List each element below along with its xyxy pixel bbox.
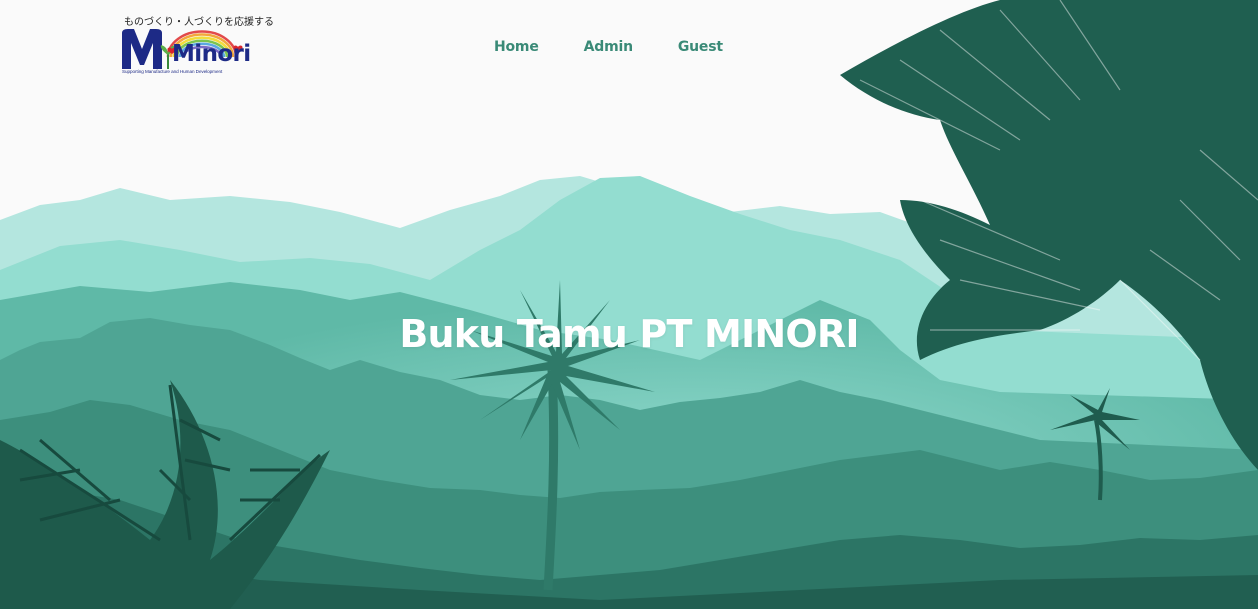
jungle-background-illustration <box>0 0 1258 609</box>
hero-title: Buku Tamu PT MINORI <box>399 312 859 356</box>
nav-link-home[interactable]: Home <box>494 39 539 55</box>
logo-tagline-japanese: ものづくり・人づくりを応援する <box>124 17 274 28</box>
logo-tagline-english: Supporting Manufacture and Human Develop… <box>122 69 223 74</box>
main-nav: Home Admin Guest <box>494 39 768 55</box>
logo-wordmark-text: Minori <box>172 41 251 67</box>
minori-logo[interactable]: ものづくり・人づくりを応援する Supporting Manufacture a… <box>120 13 274 79</box>
nav-link-admin[interactable]: Admin <box>584 39 633 55</box>
nav-link-guest[interactable]: Guest <box>678 39 723 55</box>
